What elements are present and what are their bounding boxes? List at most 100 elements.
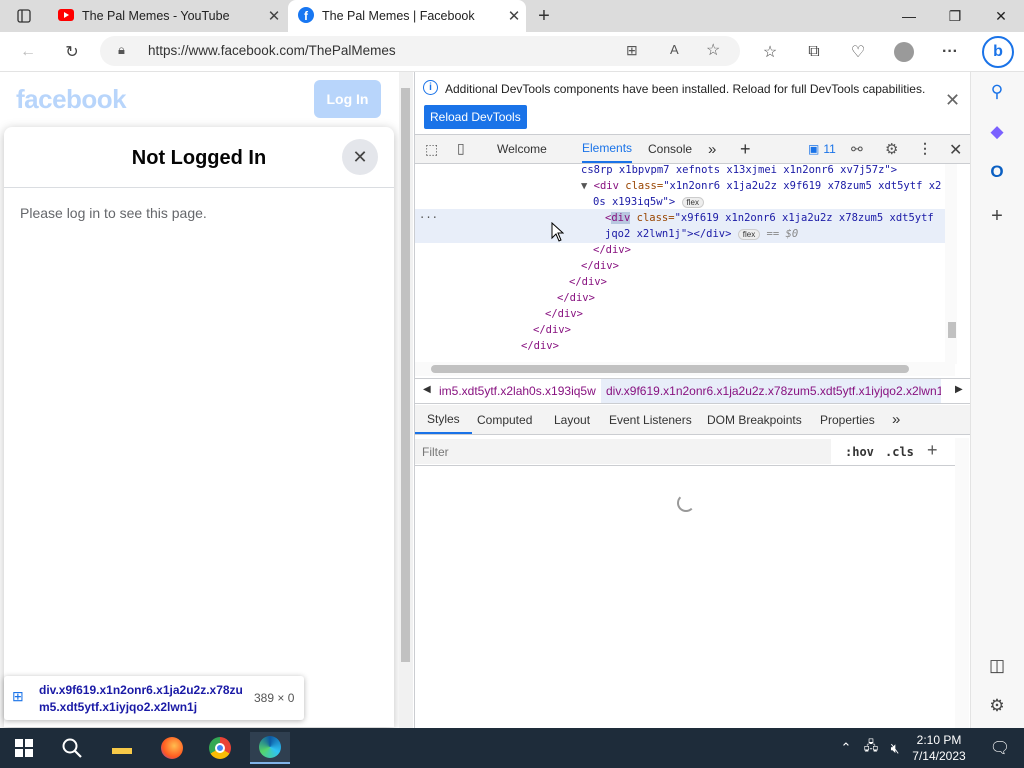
issues-badge[interactable]: ▣ 11: [803, 140, 841, 158]
breadcrumb-right-icon[interactable]: ▶: [955, 384, 963, 395]
facebook-logo[interactable]: facebook: [16, 84, 127, 115]
notifications-icon[interactable]: 🗨︎: [980, 732, 1020, 764]
connections-icon[interactable]: ⚯: [851, 141, 863, 158]
add-tab-icon[interactable]: +: [740, 135, 751, 163]
edge-icon[interactable]: [250, 732, 290, 764]
refresh-icon[interactable]: ↻: [58, 38, 86, 66]
read-aloud-icon[interactable]: A: [670, 42, 679, 57]
close-dialog-button[interactable]: ✕: [342, 139, 378, 175]
network-icon[interactable]: 🖧︎: [860, 732, 882, 764]
hov-toggle[interactable]: :hov: [845, 445, 874, 459]
dom-line[interactable]: cs8rp x1bpvpm7 xefnots x13xjmei x1n2onr6…: [581, 164, 897, 176]
windows-start-icon[interactable]: [4, 732, 44, 764]
dom-line-selected[interactable]: jqo2 x2lwn1j"></div> flex == $0: [605, 228, 798, 240]
dom-line[interactable]: ▼ <div class="x1n2onr6 x1ja2u2z x9f619 x…: [581, 180, 941, 192]
close-infobar-icon[interactable]: ✕: [945, 90, 960, 111]
file-explorer-icon[interactable]: ▬: [102, 732, 142, 764]
flex-badge[interactable]: flex: [681, 197, 704, 208]
tab-computed[interactable]: Computed: [477, 405, 532, 434]
chrome-icon[interactable]: [200, 732, 240, 764]
cls-toggle[interactable]: .cls: [885, 445, 914, 459]
firefox-icon[interactable]: [152, 732, 192, 764]
dom-line[interactable]: 0s x193iq5w"> flex: [593, 196, 704, 208]
tab-welcome[interactable]: Welcome: [497, 135, 547, 163]
more-menu-icon[interactable]: ···: [936, 38, 964, 66]
tab-youtube[interactable]: The Pal Memes - YouTube ✕: [48, 0, 286, 32]
more-tabs-icon[interactable]: »: [708, 135, 716, 163]
dom-line[interactable]: </div>: [569, 276, 607, 288]
tab-actions-icon[interactable]: [10, 6, 38, 26]
restore-icon[interactable]: ❐: [932, 0, 978, 32]
address-bar[interactable]: 🔒︎ https://www.facebook.com/ThePalMemes …: [100, 36, 740, 66]
volume-muted-icon[interactable]: 🔇︎: [884, 732, 906, 764]
close-tab-icon[interactable]: ✕: [502, 7, 526, 25]
close-devtools-icon[interactable]: ✕: [949, 140, 962, 160]
breadcrumb-item-selected[interactable]: div.x9f619.x1n2onr6.x1ja2u2z.x78zum5.xdt…: [601, 379, 941, 403]
breadcrumb-item[interactable]: im5.xdt5ytf.x2lah0s.x193iq5w: [439, 384, 596, 398]
facebook-header: facebook Log In: [0, 72, 399, 128]
login-button[interactable]: Log In: [314, 80, 381, 118]
show-hidden-icons[interactable]: ⌃: [836, 732, 856, 764]
new-tab-icon[interactable]: +: [532, 4, 556, 28]
styles-scrollbar[interactable]: [955, 438, 969, 728]
dom-line-selected[interactable]: <div class="x9f619 x1n2onr6 x1ja2u2z x78…: [605, 212, 934, 224]
tab-dom-breakpoints[interactable]: DOM Breakpoints: [707, 405, 802, 434]
dom-tree: cs8rp x1bpvpm7 xefnots x13xjmei x1n2onr6…: [415, 164, 971, 364]
browser-essentials-icon[interactable]: ♡: [844, 38, 872, 66]
search-icon[interactable]: [52, 732, 92, 764]
tab-console[interactable]: Console: [648, 135, 692, 163]
dom-line[interactable]: </div>: [521, 340, 559, 352]
url-text[interactable]: https://www.facebook.com/ThePalMemes: [148, 43, 396, 58]
favorite-star-icon[interactable]: ☆: [706, 40, 720, 60]
page-scrollbar-thumb[interactable]: [401, 88, 410, 662]
bing-chat-icon[interactable]: b: [982, 36, 1014, 68]
filter-placeholder[interactable]: Filter: [422, 445, 449, 459]
dom-line[interactable]: </div>: [533, 324, 571, 336]
new-style-rule-icon[interactable]: +: [927, 440, 938, 461]
dom-horizontal-thumb[interactable]: [431, 365, 909, 373]
profile-avatar[interactable]: [890, 38, 918, 66]
search-icon[interactable]: ⚲: [983, 78, 1011, 106]
more-style-tabs-icon[interactable]: »: [892, 405, 900, 434]
hide-sidebar-icon[interactable]: ◫: [983, 652, 1011, 680]
inspect-element-icon[interactable]: ⬚: [425, 141, 438, 158]
dom-line[interactable]: </div>: [557, 292, 595, 304]
shopping-icon[interactable]: ◆: [983, 118, 1011, 146]
settings-gear-icon[interactable]: ⚙: [885, 140, 898, 158]
add-sidebar-app-icon[interactable]: +: [983, 202, 1011, 230]
tab-layout[interactable]: Layout: [554, 405, 590, 434]
collections-icon[interactable]: ⧉: [800, 38, 828, 66]
breadcrumb-left-icon[interactable]: ◀: [423, 384, 431, 395]
dialog-message: Please log in to see this page.: [20, 205, 207, 221]
dom-line[interactable]: </div>: [593, 244, 631, 256]
reload-devtools-button[interactable]: Reload DevTools: [424, 105, 527, 129]
close-window-icon[interactable]: ✕: [978, 0, 1024, 32]
lock-icon[interactable]: 🔒︎: [118, 42, 125, 58]
minimize-icon[interactable]: —: [886, 0, 932, 32]
filter-input[interactable]: [415, 439, 831, 464]
facebook-icon: f: [298, 6, 314, 26]
tab-properties[interactable]: Properties: [820, 405, 875, 434]
tab-elements[interactable]: Elements: [582, 135, 633, 163]
dom-scrollbar[interactable]: [945, 164, 957, 364]
styles-tabbar: Styles Computed Layout Event Listeners D…: [415, 405, 971, 435]
tab-facebook[interactable]: f The Pal Memes | Facebook ✕: [288, 0, 526, 32]
back-icon[interactable]: ←: [14, 38, 42, 66]
devtools-menu-icon[interactable]: ⋮: [918, 140, 932, 157]
flex-badge[interactable]: flex: [737, 229, 761, 240]
tab-styles[interactable]: Styles: [415, 405, 472, 434]
system-clock[interactable]: 2:10 PM 7/14/2023: [904, 732, 974, 764]
dom-line[interactable]: </div>: [545, 308, 583, 320]
close-tab-icon[interactable]: ✕: [262, 7, 286, 25]
app-available-icon[interactable]: ⊞: [626, 42, 638, 59]
device-emulation-icon[interactable]: ▯: [457, 140, 465, 157]
node-actions-icon[interactable]: ···: [419, 212, 438, 224]
favorites-icon[interactable]: ☆: [756, 38, 784, 66]
dom-line[interactable]: </div>: [581, 260, 619, 272]
dollar-zero-marker: == $0: [766, 228, 799, 240]
youtube-icon: [58, 8, 74, 24]
dom-scrollbar-thumb[interactable]: [948, 322, 956, 338]
tab-event-listeners[interactable]: Event Listeners: [609, 405, 692, 434]
outlook-icon[interactable]: O: [983, 158, 1011, 186]
sidebar-settings-icon[interactable]: ⚙: [983, 692, 1011, 720]
